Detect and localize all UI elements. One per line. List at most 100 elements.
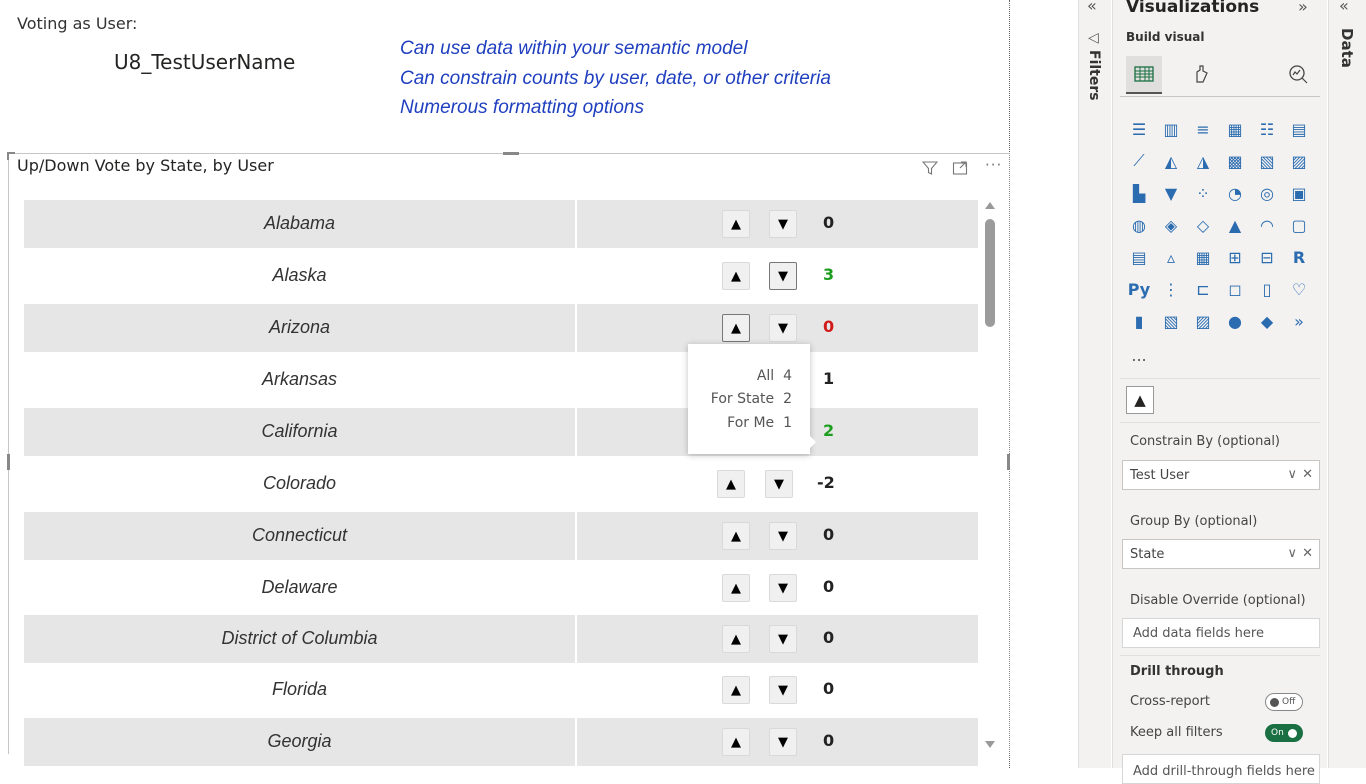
- state-cell: Arizona: [24, 304, 575, 352]
- stacked-bar-chart-icon[interactable]: ☰: [1126, 116, 1152, 142]
- downvote-button[interactable]: ▼: [769, 728, 797, 756]
- resize-handle-right[interactable]: [1007, 454, 1010, 470]
- upvote-button[interactable]: ▲: [722, 210, 750, 238]
- custom-visual-diamond-icon[interactable]: ◆: [1254, 308, 1280, 334]
- 100-bar-chart-icon[interactable]: ☷: [1254, 116, 1280, 142]
- treemap-icon[interactable]: ▣: [1286, 180, 1312, 206]
- more-options-icon[interactable]: ···: [985, 156, 1002, 174]
- close-icon[interactable]: ✕: [1302, 546, 1313, 561]
- more-visuals-icon[interactable]: ...: [1126, 342, 1152, 368]
- disable-override-field-well[interactable]: Add data fields here: [1122, 618, 1320, 648]
- 100-column-chart-icon[interactable]: ▤: [1286, 116, 1312, 142]
- build-visual-tab[interactable]: [1126, 56, 1162, 94]
- collapse-left-icon[interactable]: «: [1339, 0, 1349, 15]
- funnel-chart-icon[interactable]: ▼: [1158, 180, 1184, 206]
- power-apps-icon[interactable]: ▧: [1158, 308, 1184, 334]
- chevron-down-icon[interactable]: ∨: [1287, 467, 1297, 482]
- downvote-button[interactable]: ▼: [769, 210, 797, 238]
- line-clustered-column-icon[interactable]: ▧: [1254, 148, 1280, 174]
- downvote-button[interactable]: ▼: [765, 470, 793, 498]
- stacked-column-chart-icon[interactable]: ▥: [1158, 116, 1184, 142]
- funnel-icon[interactable]: [921, 160, 939, 180]
- key-influencers-icon[interactable]: ⋮: [1158, 276, 1184, 302]
- shape-map-icon[interactable]: ◇: [1190, 212, 1216, 238]
- power-automate-icon[interactable]: ▨: [1190, 308, 1216, 334]
- downvote-button[interactable]: ▼: [769, 625, 797, 653]
- custom-visual-chevron-icon[interactable]: »: [1286, 308, 1312, 334]
- clustered-column-chart-icon[interactable]: ▦: [1222, 116, 1248, 142]
- state-name: Arizona: [268, 317, 331, 337]
- scroll-thumb[interactable]: [985, 219, 995, 327]
- close-icon[interactable]: ✕: [1302, 467, 1313, 482]
- qa-visual-icon[interactable]: ◻: [1222, 276, 1248, 302]
- toggle-state-text: On: [1271, 728, 1284, 738]
- custom-vote-visual-icon[interactable]: ▲: [1126, 386, 1154, 414]
- downvote-button[interactable]: ▼: [769, 314, 797, 342]
- constrain-by-field-well[interactable]: Test User ∨ ✕: [1122, 460, 1320, 490]
- cross-report-toggle[interactable]: Off: [1265, 693, 1303, 711]
- upvote-button[interactable]: ▲: [722, 728, 750, 756]
- downvote-button[interactable]: ▼: [769, 522, 797, 550]
- waterfall-chart-icon[interactable]: ▙: [1126, 180, 1152, 206]
- line-column-chart-icon[interactable]: ▩: [1222, 148, 1248, 174]
- gauge-icon[interactable]: ◠: [1254, 212, 1280, 238]
- resize-handle-left[interactable]: [7, 454, 10, 470]
- filled-map-icon[interactable]: ◈: [1158, 212, 1184, 238]
- downvote-button[interactable]: ▼: [769, 574, 797, 602]
- matrix-icon[interactable]: ⊟: [1254, 244, 1280, 270]
- card-icon[interactable]: ▢: [1286, 212, 1312, 238]
- resize-handle-top[interactable]: [503, 152, 519, 155]
- ribbon-chart-icon[interactable]: ▨: [1286, 148, 1312, 174]
- data-pane-collapsed[interactable]: [1328, 0, 1366, 768]
- table-icon[interactable]: ⊞: [1222, 244, 1248, 270]
- upvote-button[interactable]: ▲: [722, 262, 750, 290]
- goals-icon[interactable]: ♡: [1286, 276, 1312, 302]
- resize-handle-top-left-v[interactable]: [7, 152, 9, 160]
- upvote-button[interactable]: ▲: [722, 574, 750, 602]
- analytics-tab-icon[interactable]: [1280, 56, 1316, 92]
- data-label[interactable]: Data: [1338, 28, 1356, 68]
- map-icon[interactable]: ◍: [1126, 212, 1152, 238]
- upvote-button[interactable]: ▲: [717, 470, 745, 498]
- table-visual-icon: [1134, 66, 1154, 82]
- format-visual-tab-icon[interactable]: [1183, 56, 1219, 92]
- arcgis-map-icon[interactable]: ●: [1222, 308, 1248, 334]
- note-line-2: Can constrain counts by user, date, or o…: [400, 68, 831, 89]
- state-cell: Florida: [24, 666, 575, 714]
- filters-label[interactable]: Filters: [1086, 50, 1102, 101]
- group-by-field-well[interactable]: State ∨ ✕: [1122, 539, 1320, 569]
- focus-mode-icon[interactable]: [952, 160, 968, 180]
- pie-chart-icon[interactable]: ◔: [1222, 180, 1248, 206]
- expand-right-icon[interactable]: »: [1298, 0, 1308, 16]
- downvote-button[interactable]: ▼: [769, 676, 797, 704]
- decomposition-tree-icon[interactable]: ⊏: [1190, 276, 1216, 302]
- upvote-button[interactable]: ▲: [722, 625, 750, 653]
- line-chart-icon[interactable]: ⟋: [1126, 148, 1152, 174]
- azure-map-icon[interactable]: ▲: [1222, 212, 1248, 238]
- scroll-up-arrow-icon[interactable]: [985, 202, 995, 209]
- area-chart-icon[interactable]: ◭: [1158, 148, 1184, 174]
- build-visual-label: Build visual: [1126, 30, 1205, 44]
- scroll-down-arrow-icon[interactable]: [985, 741, 995, 748]
- slicer-icon[interactable]: ▦: [1190, 244, 1216, 270]
- upvote-button[interactable]: ▲: [722, 314, 750, 342]
- stacked-area-chart-icon[interactable]: ◮: [1190, 148, 1216, 174]
- donut-chart-icon[interactable]: ◎: [1254, 180, 1280, 206]
- clustered-bar-chart-icon[interactable]: ≡: [1190, 116, 1216, 142]
- smart-narrative-icon[interactable]: ▯: [1254, 276, 1280, 302]
- scatter-chart-icon[interactable]: ⁘: [1190, 180, 1216, 206]
- upvote-button[interactable]: ▲: [722, 676, 750, 704]
- vote-count: 0: [823, 317, 835, 336]
- python-visual-icon[interactable]: Py: [1126, 276, 1152, 302]
- collapse-left-icon[interactable]: «: [1087, 0, 1097, 15]
- paginated-report-icon[interactable]: ▮: [1126, 308, 1152, 334]
- r-visual-icon[interactable]: R: [1286, 244, 1312, 270]
- drill-through-field-well[interactable]: Add drill-through fields here: [1122, 754, 1320, 784]
- keep-all-filters-toggle[interactable]: On: [1265, 724, 1303, 742]
- upvote-button[interactable]: ▲: [722, 522, 750, 550]
- downvote-button[interactable]: ▼: [769, 262, 797, 290]
- chevron-down-icon[interactable]: ∨: [1287, 546, 1297, 561]
- multi-row-card-icon[interactable]: ▤: [1126, 244, 1152, 270]
- kpi-icon[interactable]: ▵: [1158, 244, 1184, 270]
- filters-pane-collapsed[interactable]: [1078, 0, 1111, 768]
